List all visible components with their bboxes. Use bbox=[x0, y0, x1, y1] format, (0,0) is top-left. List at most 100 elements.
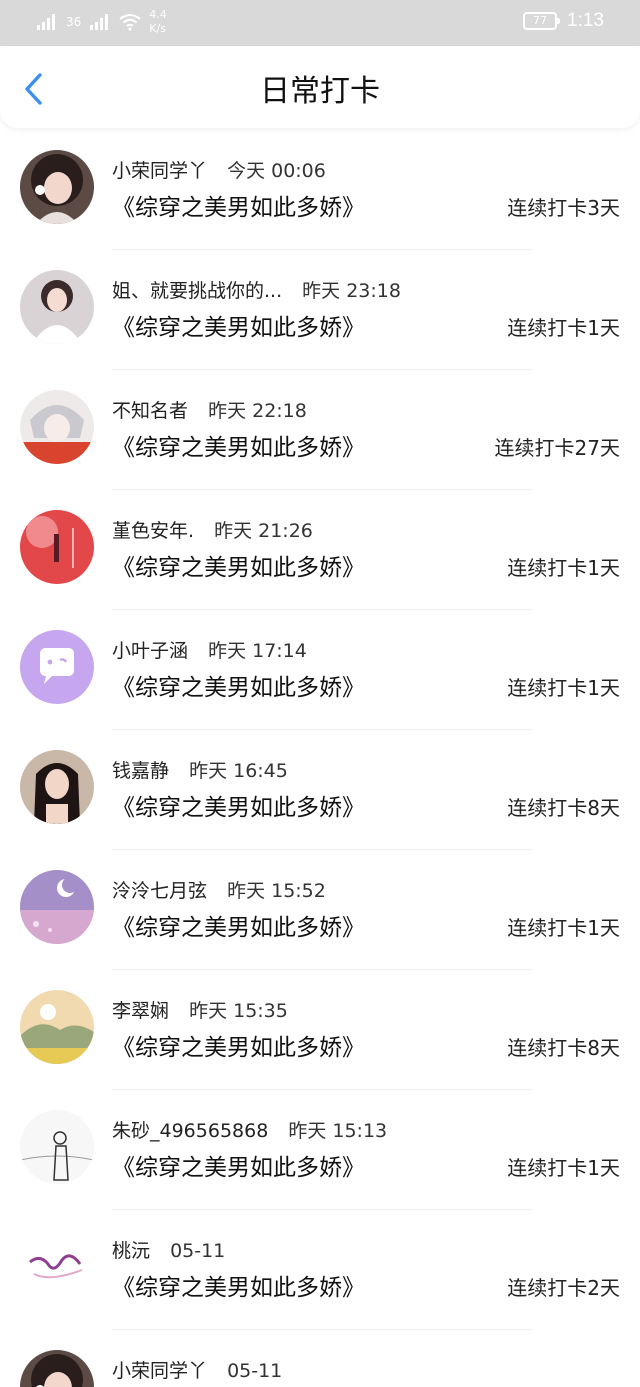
user-name[interactable]: 朱砂_496565868 bbox=[112, 1120, 268, 1142]
checkin-time: 昨天 16:45 bbox=[189, 760, 288, 782]
book-title[interactable]: 《综穿之美男如此多娇》 bbox=[112, 188, 365, 222]
net-speed-unit: K/s bbox=[149, 22, 166, 35]
moon-sky-icon bbox=[20, 870, 94, 944]
signal-icon-2 bbox=[90, 14, 109, 30]
wifi-icon bbox=[119, 14, 141, 31]
page-title: 日常打卡 bbox=[260, 74, 380, 109]
item-meta: 泠泠七月弦 昨天 15:52 bbox=[112, 876, 326, 903]
list-item[interactable]: 小叶子涵 昨天 17:14 《综穿之美男如此多娇》 连续打卡1天 bbox=[0, 610, 640, 730]
photo-girl-dark-hair-icon bbox=[20, 1350, 94, 1387]
checkin-time: 05-11 bbox=[170, 1240, 226, 1262]
item-meta: 朱砂_496565868 昨天 15:13 bbox=[112, 1116, 387, 1143]
checkin-time: 昨天 23:18 bbox=[302, 280, 401, 302]
signal-icon bbox=[37, 14, 55, 30]
list-item[interactable]: 钱嘉静 昨天 16:45 《综穿之美男如此多娇》 连续打卡8天 bbox=[0, 730, 640, 850]
checkin-time: 05-11 bbox=[227, 1360, 283, 1382]
avatar[interactable] bbox=[20, 630, 94, 704]
list-item[interactable]: 小荣同学丫 05-11 bbox=[0, 1330, 640, 1387]
list-item[interactable]: 朱砂_496565868 昨天 15:13 《综穿之美男如此多娇》 连续打卡1天 bbox=[0, 1090, 640, 1210]
avatar[interactable] bbox=[20, 270, 94, 344]
back-button[interactable] bbox=[18, 72, 52, 106]
status-bar: 36 4.4 K/s 77 1:13 bbox=[0, 0, 640, 46]
list-item[interactable]: 堇色安年. 昨天 21:26 《综穿之美男如此多娇》 连续打卡1天 bbox=[0, 490, 640, 610]
streak-label: 连续打卡27天 bbox=[494, 436, 620, 460]
user-name[interactable]: 桃沅 bbox=[112, 1240, 150, 1262]
avatar[interactable] bbox=[20, 390, 94, 464]
streak-label: 连续打卡1天 bbox=[507, 316, 620, 340]
item-meta: 李翠娴 昨天 15:35 bbox=[112, 996, 288, 1023]
avatar[interactable] bbox=[20, 510, 94, 584]
checkin-time: 昨天 21:26 bbox=[214, 520, 313, 542]
book-title[interactable]: 《综穿之美男如此多娇》 bbox=[112, 788, 365, 822]
checkin-time: 今天 00:06 bbox=[227, 160, 326, 182]
checkin-time: 昨天 22:18 bbox=[208, 400, 307, 422]
avatar[interactable] bbox=[20, 990, 94, 1064]
checkin-time: 昨天 17:14 bbox=[208, 640, 307, 662]
avatar[interactable] bbox=[20, 1230, 94, 1304]
calligraphy-logo-icon bbox=[20, 1230, 94, 1304]
photo-woman-icon bbox=[20, 750, 94, 824]
user-name[interactable]: 姐、就要挑战你的... bbox=[112, 280, 282, 302]
anime-boy-icon bbox=[20, 390, 94, 464]
checkin-time: 昨天 15:52 bbox=[227, 880, 326, 902]
status-left: 36 4.4 K/s bbox=[36, 8, 167, 36]
list-item[interactable]: 小荣同学丫 今天 00:06 《综穿之美男如此多娇》 连续打卡3天 bbox=[0, 130, 640, 250]
list-item[interactable]: 姐、就要挑战你的... 昨天 23:18 《综穿之美男如此多娇》 连续打卡1天 bbox=[0, 250, 640, 370]
checkin-time: 昨天 15:13 bbox=[288, 1120, 388, 1142]
battery-icon: 77 bbox=[523, 12, 561, 30]
item-meta: 桃沅 05-11 bbox=[112, 1236, 225, 1263]
clock: 1:13 bbox=[567, 10, 604, 31]
avatar[interactable] bbox=[20, 870, 94, 944]
checkin-time: 昨天 15:35 bbox=[189, 1000, 288, 1022]
book-title[interactable]: 《综穿之美男如此多娇》 bbox=[112, 1268, 365, 1302]
book-title[interactable]: 《综穿之美男如此多娇》 bbox=[112, 1148, 365, 1182]
book-title[interactable]: 《综穿之美男如此多娇》 bbox=[112, 428, 365, 462]
photo-girl-dark-hair-icon bbox=[20, 150, 94, 224]
item-meta: 小叶子涵 昨天 17:14 bbox=[112, 636, 307, 663]
streak-label: 连续打卡2天 bbox=[507, 1276, 620, 1300]
status-right: 77 1:13 bbox=[523, 10, 604, 32]
user-name[interactable]: 钱嘉静 bbox=[112, 760, 169, 782]
user-name[interactable]: 堇色安年. bbox=[112, 520, 194, 542]
list-item[interactable]: 泠泠七月弦 昨天 15:52 《综穿之美男如此多娇》 连续打卡1天 bbox=[0, 850, 640, 970]
header: 日常打卡 bbox=[0, 46, 640, 128]
user-name[interactable]: 李翠娴 bbox=[112, 1000, 169, 1022]
list-item[interactable]: 桃沅 05-11 《综穿之美男如此多娇》 连续打卡2天 bbox=[0, 1210, 640, 1330]
book-title[interactable]: 《综穿之美男如此多娇》 bbox=[112, 908, 365, 942]
landscape-icon bbox=[20, 990, 94, 1064]
default-purple-chat-icon bbox=[20, 630, 94, 704]
user-name[interactable]: 不知名者 bbox=[112, 400, 188, 422]
photo-girl-white-top-icon bbox=[20, 270, 94, 344]
list-item[interactable]: 不知名者 昨天 22:18 《综穿之美男如此多娇》 连续打卡27天 bbox=[0, 370, 640, 490]
avatar[interactable] bbox=[20, 150, 94, 224]
user-name[interactable]: 小荣同学丫 bbox=[112, 1360, 207, 1382]
avatar[interactable] bbox=[20, 1110, 94, 1184]
sketch-girl-icon bbox=[20, 1110, 94, 1184]
net-speed-value: 4.4 bbox=[149, 8, 167, 21]
streak-label: 连续打卡8天 bbox=[507, 796, 620, 820]
streak-label: 连续打卡1天 bbox=[507, 676, 620, 700]
battery-level: 77 bbox=[533, 14, 548, 27]
book-title[interactable]: 《综穿之美男如此多娇》 bbox=[112, 308, 365, 342]
item-meta: 小荣同学丫 今天 00:06 bbox=[112, 156, 326, 183]
signal-label: 36 bbox=[66, 15, 82, 29]
item-meta: 小荣同学丫 05-11 bbox=[112, 1356, 282, 1383]
avatar[interactable] bbox=[20, 1350, 94, 1387]
streak-label: 连续打卡8天 bbox=[507, 1036, 620, 1060]
item-meta: 不知名者 昨天 22:18 bbox=[112, 396, 307, 423]
user-name[interactable]: 小荣同学丫 bbox=[112, 160, 207, 182]
avatar[interactable] bbox=[20, 750, 94, 824]
book-title[interactable]: 《综穿之美男如此多娇》 bbox=[112, 1028, 365, 1062]
streak-label: 连续打卡1天 bbox=[507, 1156, 620, 1180]
checkin-list: 小荣同学丫 今天 00:06 《综穿之美男如此多娇》 连续打卡3天 姐、就要挑战… bbox=[0, 130, 640, 1387]
book-title[interactable]: 《综穿之美男如此多娇》 bbox=[112, 668, 365, 702]
chevron-left-icon bbox=[25, 73, 42, 105]
red-scene-icon bbox=[20, 510, 94, 584]
streak-label: 连续打卡1天 bbox=[507, 916, 620, 940]
user-name[interactable]: 小叶子涵 bbox=[112, 640, 188, 662]
user-name[interactable]: 泠泠七月弦 bbox=[112, 880, 207, 902]
item-meta: 堇色安年. 昨天 21:26 bbox=[112, 516, 313, 543]
book-title[interactable]: 《综穿之美男如此多娇》 bbox=[112, 548, 365, 582]
list-item[interactable]: 李翠娴 昨天 15:35 《综穿之美男如此多娇》 连续打卡8天 bbox=[0, 970, 640, 1090]
item-meta: 钱嘉静 昨天 16:45 bbox=[112, 756, 288, 783]
